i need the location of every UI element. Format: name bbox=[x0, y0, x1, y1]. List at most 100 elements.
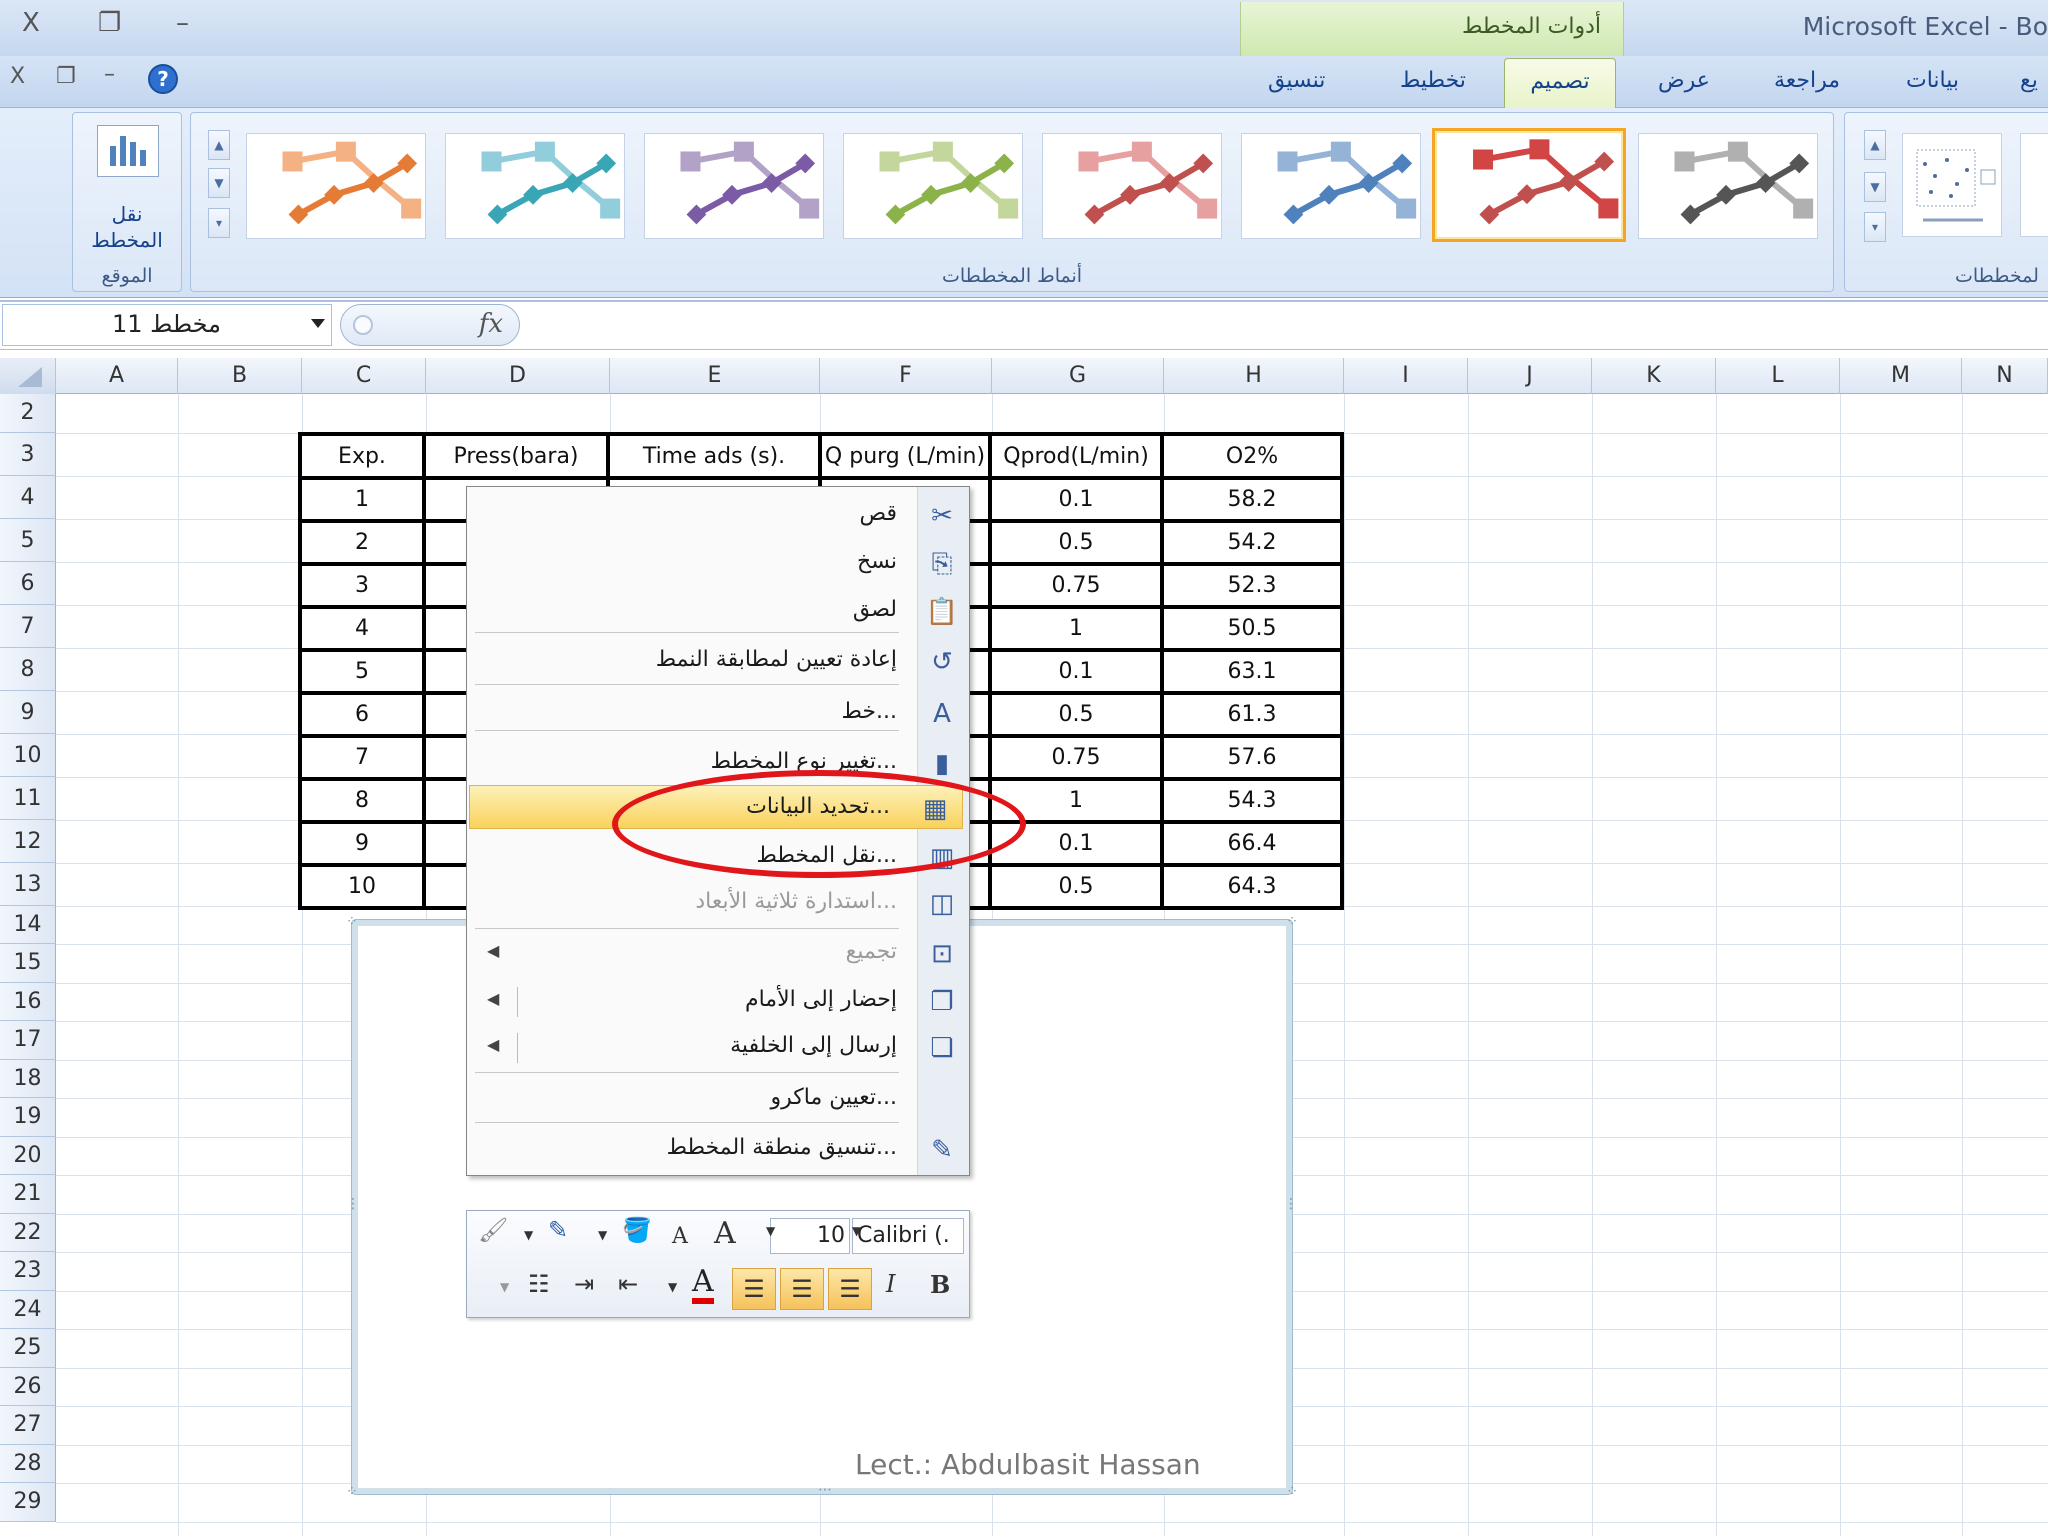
restore-workbook-icon[interactable]: ❐ bbox=[56, 64, 76, 89]
table-cell[interactable]: 61.3 bbox=[1160, 691, 1344, 738]
row-header-17[interactable]: 17 bbox=[0, 1021, 56, 1060]
increase-indent-icon[interactable]: ⇥ bbox=[574, 1270, 594, 1298]
move-chart-icon[interactable] bbox=[97, 125, 159, 177]
chart-style-2[interactable] bbox=[445, 133, 625, 239]
table-cell[interactable]: 64.3 bbox=[1160, 863, 1344, 910]
table-cell[interactable]: 0.5 bbox=[988, 691, 1164, 738]
column-header-e[interactable]: E bbox=[610, 358, 820, 394]
font-name-box[interactable]: Calibri (. bbox=[852, 1218, 964, 1254]
row-header-10[interactable]: 10 bbox=[0, 733, 56, 777]
table-header-cell[interactable]: O2% bbox=[1160, 432, 1344, 480]
table-cell[interactable]: 0.1 bbox=[988, 648, 1164, 695]
table-cell[interactable]: 0.75 bbox=[988, 562, 1164, 609]
font-color-icon[interactable]: A bbox=[692, 1266, 714, 1304]
chart-style-1[interactable] bbox=[246, 133, 426, 239]
table-header-cell[interactable]: Exp. bbox=[298, 432, 426, 480]
shrink-font-icon[interactable]: A bbox=[672, 1224, 688, 1249]
row-header-18[interactable]: 18 bbox=[0, 1059, 56, 1098]
row-header-2[interactable]: 2 bbox=[0, 394, 56, 433]
chart-layout-thumbnail[interactable] bbox=[1902, 133, 2002, 237]
format-painter-icon[interactable]: 🖌 bbox=[478, 1216, 508, 1244]
bullets-icon[interactable]: ☷ bbox=[528, 1270, 550, 1298]
table-cell[interactable]: 10 bbox=[298, 863, 426, 910]
table-cell[interactable]: 7 bbox=[298, 734, 426, 781]
table-cell[interactable]: 3 bbox=[298, 562, 426, 609]
row-header-6[interactable]: 6 bbox=[0, 561, 56, 605]
minimize-workbook-icon[interactable]: – bbox=[104, 62, 115, 87]
chart-handle-bottom-left[interactable]: ⁘ bbox=[346, 1484, 358, 1500]
font-name-dropdown-icon[interactable]: ▼ bbox=[852, 1224, 861, 1238]
menu-item-bring-front[interactable]: ❐ إحضار إلى الأمام ◀ bbox=[467, 979, 969, 1025]
column-header-n[interactable]: N bbox=[1962, 358, 2048, 394]
decrease-indent-icon[interactable]: ⇤ bbox=[618, 1270, 638, 1298]
font-size-dropdown-icon[interactable]: ▼ bbox=[766, 1224, 775, 1238]
styles-more-icon[interactable]: ▾ bbox=[208, 208, 230, 238]
column-header-a[interactable]: A bbox=[56, 358, 178, 394]
chart-style-8[interactable] bbox=[1638, 133, 1818, 239]
tab-view[interactable]: عرض bbox=[1658, 68, 1710, 93]
menu-item-macro[interactable]: تعيين ماكرو... bbox=[467, 1077, 969, 1123]
chart-handle-right[interactable]: ⋮ bbox=[1284, 1196, 1298, 1212]
table-cell[interactable]: 0.5 bbox=[988, 863, 1164, 910]
chart-handle-top-left[interactable]: ⁘ bbox=[346, 914, 358, 930]
menu-item-scissors[interactable]: ✂ قص bbox=[467, 493, 969, 539]
formula-insert-function[interactable]: fx bbox=[340, 304, 520, 346]
column-header-k[interactable]: K bbox=[1592, 358, 1716, 394]
column-header-d[interactable]: D bbox=[426, 358, 610, 394]
table-cell[interactable]: 66.4 bbox=[1160, 820, 1344, 867]
column-header-l[interactable]: L bbox=[1716, 358, 1840, 394]
row-header-27[interactable]: 27 bbox=[0, 1406, 56, 1445]
table-cell[interactable]: 0.1 bbox=[988, 476, 1164, 523]
tab-insert[interactable]: يع bbox=[2020, 68, 2038, 93]
chart-style-4[interactable] bbox=[843, 133, 1023, 239]
table-header-cell[interactable]: Q purg (L/min) bbox=[818, 432, 992, 480]
table-cell[interactable]: 2 bbox=[298, 519, 426, 566]
chart-style-7[interactable] bbox=[1432, 128, 1626, 242]
layouts-more-icon[interactable]: ▾ bbox=[1864, 212, 1886, 242]
align-right-button[interactable]: ☰ bbox=[828, 1268, 872, 1310]
menu-item-send-back[interactable]: ❏ إرسال إلى الخلفية ◀ bbox=[467, 1025, 969, 1071]
tab-review[interactable]: مراجعة bbox=[1774, 68, 1840, 93]
table-cell[interactable]: 0.5 bbox=[988, 519, 1164, 566]
column-header-g[interactable]: G bbox=[992, 358, 1164, 394]
row-header-16[interactable]: 16 bbox=[0, 982, 56, 1021]
select-all-corner[interactable] bbox=[0, 358, 56, 394]
chart-handle-bottom-right[interactable]: ⁘ bbox=[1286, 1484, 1298, 1500]
move-chart-button[interactable]: نقل المخطط bbox=[73, 201, 181, 253]
table-cell[interactable]: 4 bbox=[298, 605, 426, 652]
table-cell[interactable]: 54.3 bbox=[1160, 777, 1344, 824]
chart-style-3[interactable] bbox=[644, 133, 824, 239]
row-header-26[interactable]: 26 bbox=[0, 1367, 56, 1406]
tab-data[interactable]: بيانات bbox=[1906, 68, 1959, 93]
table-cell[interactable]: 58.2 bbox=[1160, 476, 1344, 523]
help-icon[interactable]: ? bbox=[148, 64, 178, 94]
table-cell[interactable]: 8 bbox=[298, 777, 426, 824]
table-header-cell[interactable]: Time ads (s). bbox=[606, 432, 822, 480]
italic-button[interactable]: I bbox=[886, 1270, 895, 1298]
row-header-8[interactable]: 8 bbox=[0, 647, 56, 691]
menu-item-font[interactable]: A خط... bbox=[467, 691, 969, 737]
styles-scroll-up-icon[interactable]: ▲ bbox=[208, 130, 230, 160]
chart-style-5[interactable] bbox=[1042, 133, 1222, 239]
column-header-i[interactable]: I bbox=[1344, 358, 1468, 394]
insert-function-icon[interactable]: fx bbox=[479, 309, 503, 339]
column-header-f[interactable]: F bbox=[820, 358, 992, 394]
row-header-3[interactable]: 3 bbox=[0, 432, 56, 476]
fill-dropdown-icon[interactable]: ▼ bbox=[598, 1228, 607, 1242]
row-header-21[interactable]: 21 bbox=[0, 1175, 56, 1214]
column-header-j[interactable]: J bbox=[1468, 358, 1592, 394]
table-cell[interactable]: 1 bbox=[988, 605, 1164, 652]
row-header-13[interactable]: 13 bbox=[0, 862, 56, 906]
formula-input[interactable] bbox=[520, 304, 2048, 346]
row-header-9[interactable]: 9 bbox=[0, 690, 56, 734]
table-cell[interactable]: 50.5 bbox=[1160, 605, 1344, 652]
menu-item-format-chart-area[interactable]: ✎ تنسيق منطقة المخطط... bbox=[467, 1127, 969, 1173]
row-header-24[interactable]: 24 bbox=[0, 1290, 56, 1329]
table-cell[interactable]: 9 bbox=[298, 820, 426, 867]
row-header-25[interactable]: 25 bbox=[0, 1329, 56, 1368]
column-header-h[interactable]: H bbox=[1164, 358, 1344, 394]
table-cell[interactable]: 6 bbox=[298, 691, 426, 738]
table-cell[interactable]: 5 bbox=[298, 648, 426, 695]
minimize-icon[interactable]: – bbox=[176, 8, 189, 38]
row-header-4[interactable]: 4 bbox=[0, 475, 56, 519]
